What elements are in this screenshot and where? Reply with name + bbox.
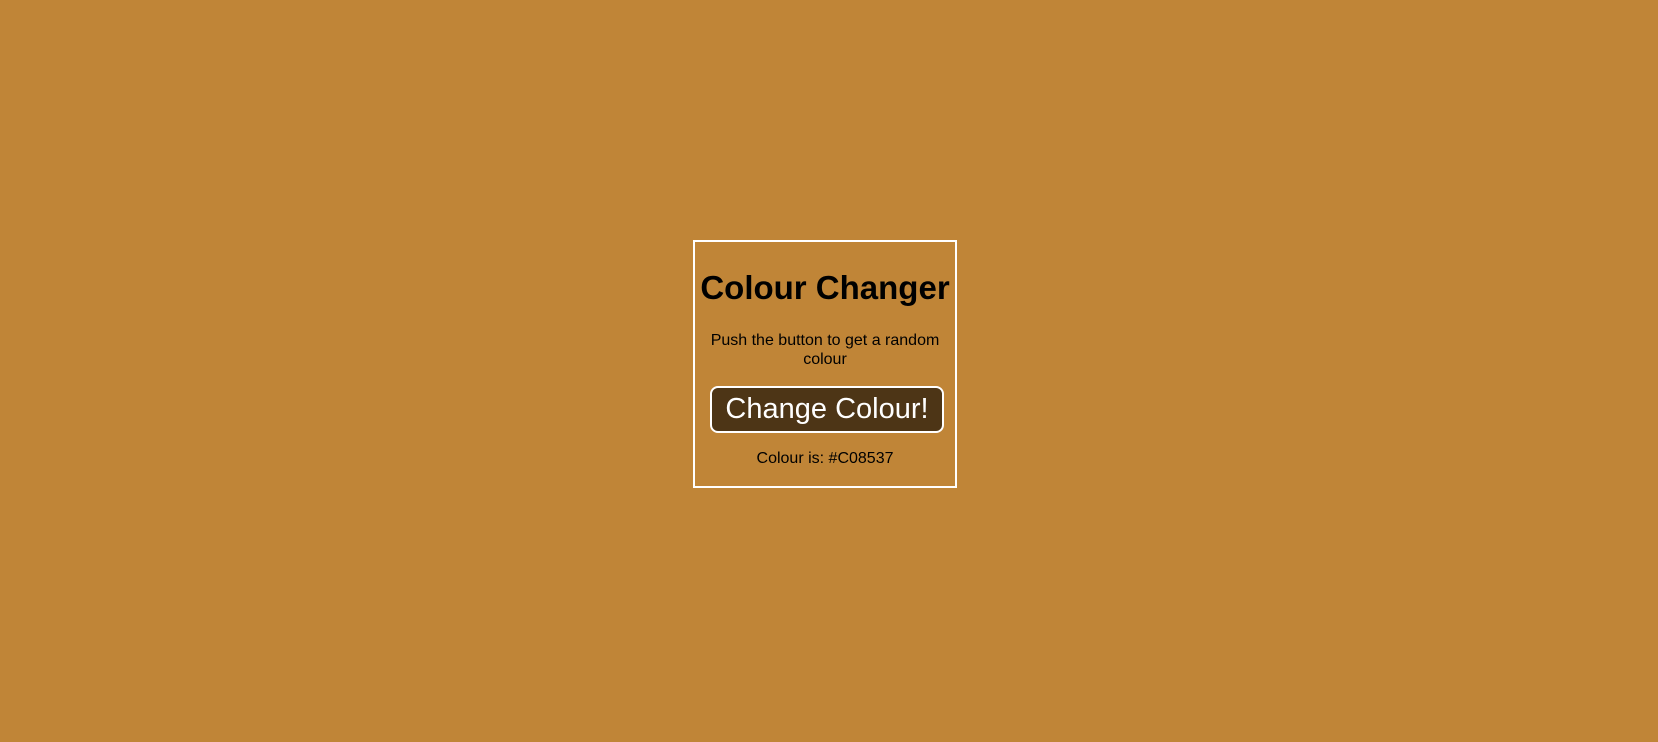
instructions-text: Push the button to get a random colour	[710, 332, 940, 368]
page-title: Colour Changer	[700, 269, 950, 306]
page-background: { "page": { "background_color": "#C08537…	[0, 0, 1658, 742]
colour-changer-card: Colour Changer Push the button to get a …	[693, 240, 957, 488]
change-colour-button[interactable]: Change Colour!	[710, 386, 944, 433]
colour-readout: Colour is: #C08537	[756, 450, 894, 467]
